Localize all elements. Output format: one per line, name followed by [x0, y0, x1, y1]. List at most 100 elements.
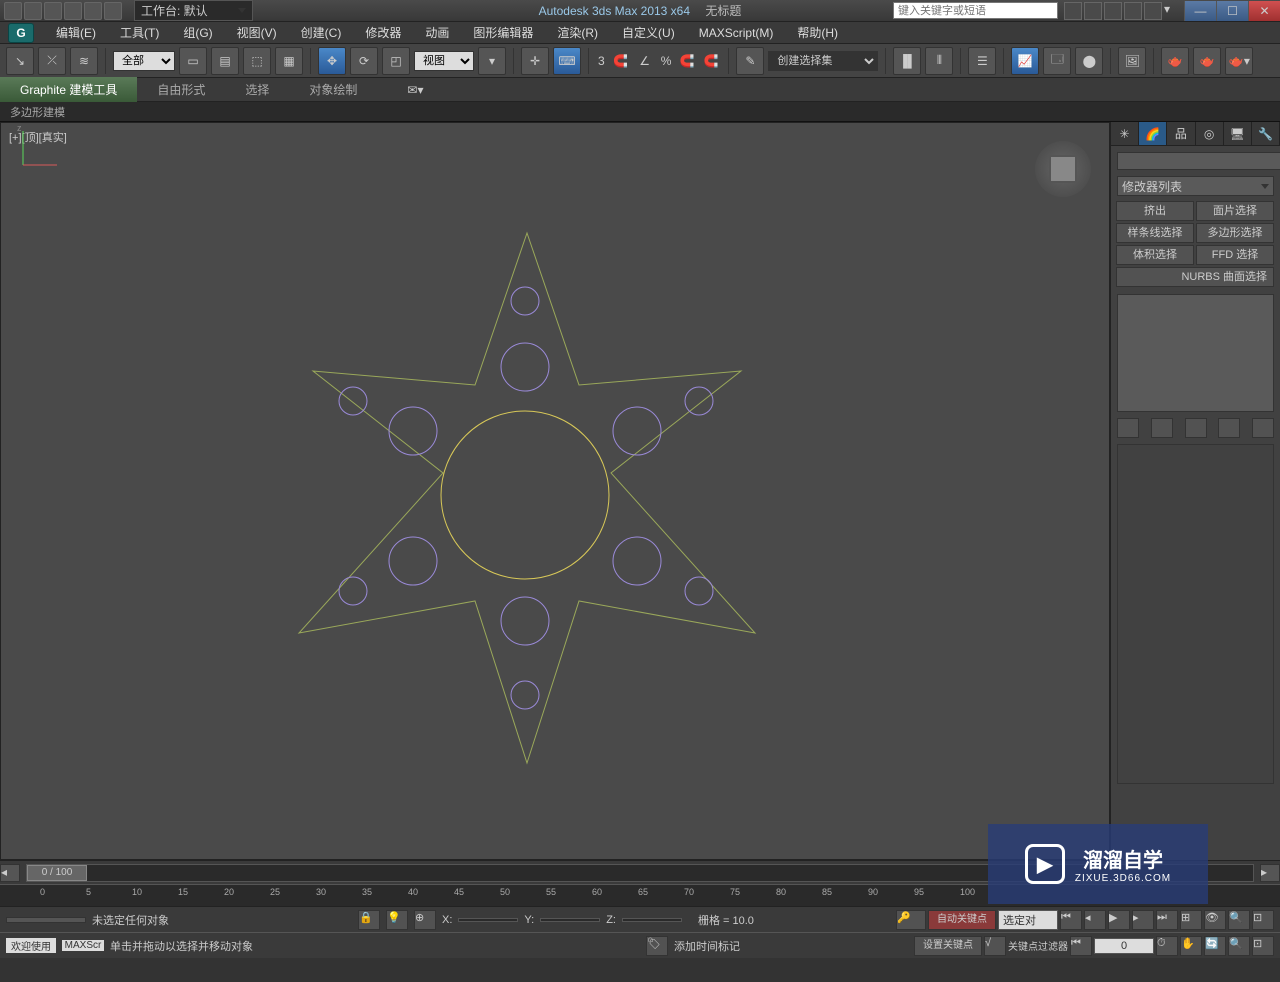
show-end-icon[interactable]	[1151, 418, 1173, 438]
mod-btn-polysel[interactable]: 多边形选择	[1196, 223, 1274, 243]
search-input[interactable]	[893, 2, 1058, 19]
key-filters-icon[interactable]: √	[984, 936, 1006, 956]
select-icon[interactable]: ▭	[179, 47, 207, 75]
pin-stack-icon[interactable]	[1117, 418, 1139, 438]
menu-maxscript[interactable]: MAXScript(M)	[687, 23, 786, 43]
key-filters-label[interactable]: 关键点过滤器	[1008, 938, 1068, 953]
remove-mod-icon[interactable]	[1218, 418, 1240, 438]
new-icon[interactable]	[4, 2, 22, 20]
link-icon[interactable]	[104, 2, 122, 20]
add-time-tag[interactable]: 添加时间标记	[674, 938, 740, 954]
selection-filter-combo[interactable]: 全部	[113, 51, 175, 71]
time-config-icon[interactable]: ⏱	[1156, 936, 1178, 956]
layers-icon[interactable]: ☰	[968, 47, 996, 75]
menu-tools[interactable]: 工具(T)	[108, 21, 171, 44]
menu-create[interactable]: 创建(C)	[289, 21, 354, 44]
make-unique-icon[interactable]	[1185, 418, 1207, 438]
mod-btn-ffdsel[interactable]: FFD 选择	[1196, 245, 1274, 265]
viewport-nav-icon[interactable]: ⊞	[1180, 910, 1202, 930]
star-icon[interactable]	[1104, 2, 1122, 20]
coord-display-icon[interactable]: ⊕	[414, 910, 436, 930]
time-slider-left[interactable]: ◂	[0, 864, 20, 882]
chevron-down-icon[interactable]: ▾	[1164, 2, 1174, 20]
edit-named-sel-icon[interactable]: ✎	[736, 47, 764, 75]
menu-customize[interactable]: 自定义(U)	[610, 21, 687, 44]
keyboard-shortcut-icon[interactable]: ⌨	[553, 47, 581, 75]
named-selection-combo[interactable]: 创建选择集	[768, 51, 878, 71]
render-frame-icon[interactable]: 🫖	[1161, 47, 1189, 75]
align-icon[interactable]: ⫴	[925, 47, 953, 75]
render-iter-icon[interactable]: 🫖▾	[1225, 47, 1253, 75]
modifier-stack[interactable]	[1117, 294, 1274, 412]
time-slider-thumb[interactable]: 0 / 100	[27, 865, 87, 881]
play-icon[interactable]: ▶	[1108, 910, 1130, 930]
configure-sets-icon[interactable]	[1252, 418, 1274, 438]
autokey-button[interactable]: 自动关键点	[928, 910, 996, 930]
mod-btn-volsel[interactable]: 体积选择	[1116, 245, 1194, 265]
exchange-icon[interactable]	[1124, 2, 1142, 20]
key-mode-icon[interactable]: 🔑	[896, 910, 926, 930]
setkey-button[interactable]: 设置关键点	[914, 936, 982, 956]
object-name-input[interactable]	[1117, 152, 1280, 170]
mod-btn-extrude[interactable]: 挤出	[1116, 201, 1194, 221]
mod-btn-nurbs[interactable]: NURBS 曲面选择	[1116, 267, 1274, 287]
modifier-list-combo[interactable]: 修改器列表	[1117, 176, 1274, 196]
menu-help[interactable]: 帮助(H)	[785, 21, 850, 44]
ribbon-tab-freeform[interactable]: 自由形式	[137, 77, 225, 102]
percent-snap-icon[interactable]: 🧲	[677, 47, 697, 75]
help-icon[interactable]	[1144, 2, 1162, 20]
move-tool-icon[interactable]: ✥	[318, 47, 346, 75]
goto-end-icon[interactable]: ⏭	[1156, 910, 1178, 930]
menu-animation[interactable]: 动画	[413, 21, 461, 44]
minimize-button[interactable]: —	[1184, 1, 1216, 21]
hierarchy-tab-icon[interactable]: 品	[1167, 122, 1195, 145]
display-tab-icon[interactable]: 🖥	[1224, 122, 1252, 145]
ribbon-expand-icon[interactable]: ✉▾	[407, 83, 423, 97]
select-rect-icon[interactable]: ⬚	[243, 47, 271, 75]
maximize-viewport-icon[interactable]: ⊡	[1252, 936, 1274, 956]
unlink-tool-icon[interactable]: ⤫	[38, 47, 66, 75]
maximize-button[interactable]: ☐	[1216, 1, 1248, 21]
maxscript-tab[interactable]: MAXScr	[62, 940, 104, 951]
ribbon-tab-selection[interactable]: 选择	[225, 77, 289, 102]
viewport-nav2-icon[interactable]: 👁	[1204, 910, 1226, 930]
goto-start-icon[interactable]: ⏮	[1060, 910, 1082, 930]
schematic-icon[interactable]: 🗔	[1043, 47, 1071, 75]
render-setup-icon[interactable]: 🖼	[1118, 47, 1146, 75]
redo-icon[interactable]	[84, 2, 102, 20]
render-prod-icon[interactable]: 🫖	[1193, 47, 1221, 75]
mod-btn-patchsel[interactable]: 面片选择	[1196, 201, 1274, 221]
window-crossing-icon[interactable]: ▦	[275, 47, 303, 75]
viewport-nav3-icon[interactable]: 🔍	[1228, 910, 1250, 930]
menu-group[interactable]: 组(G)	[171, 21, 224, 44]
ribbon-panel-label[interactable]: 多边形建模	[0, 102, 1280, 122]
app-logo-icon[interactable]: G	[8, 23, 34, 43]
bind-tool-icon[interactable]: ≋	[70, 47, 98, 75]
menu-grapheditors[interactable]: 图形编辑器	[461, 21, 545, 44]
scale-tool-icon[interactable]: ◰	[382, 47, 410, 75]
toolbox-icon[interactable]	[1064, 2, 1082, 20]
menu-view[interactable]: 视图(V)	[225, 21, 289, 44]
workspace-combo[interactable]: 工作台: 默认	[134, 0, 253, 21]
spinner-snap-icon[interactable]: 🧲	[701, 47, 721, 75]
next-frame-icon[interactable]: ▸	[1132, 910, 1154, 930]
material-editor-icon[interactable]: ⬤	[1075, 47, 1103, 75]
link-tool-icon[interactable]: ↘	[6, 47, 34, 75]
time-tag-icon[interactable]: 🏷	[646, 936, 668, 956]
modify-tab-icon[interactable]: 🌈	[1139, 122, 1167, 145]
prev-key-icon[interactable]: ⏮	[1070, 936, 1092, 956]
menu-rendering[interactable]: 渲染(R)	[545, 21, 610, 44]
orbit-icon[interactable]: 🔄	[1204, 936, 1226, 956]
save-icon[interactable]	[44, 2, 62, 20]
viewport[interactable]: [+][顶][真实] z	[0, 122, 1110, 860]
prev-frame-icon[interactable]: ◂	[1084, 910, 1106, 930]
viewport-nav4-icon[interactable]: ⊡	[1252, 910, 1274, 930]
select-name-icon[interactable]: ▤	[211, 47, 239, 75]
x-input[interactable]	[458, 918, 518, 922]
keymode-combo[interactable]: 选定对	[998, 910, 1058, 930]
time-slider-right[interactable]: ▸	[1260, 864, 1280, 882]
curve-editor-icon[interactable]: 📈	[1011, 47, 1039, 75]
y-input[interactable]	[540, 918, 600, 922]
maxscript-mini-tab[interactable]	[6, 917, 86, 923]
utilities-tab-icon[interactable]: 🔧	[1252, 122, 1280, 145]
